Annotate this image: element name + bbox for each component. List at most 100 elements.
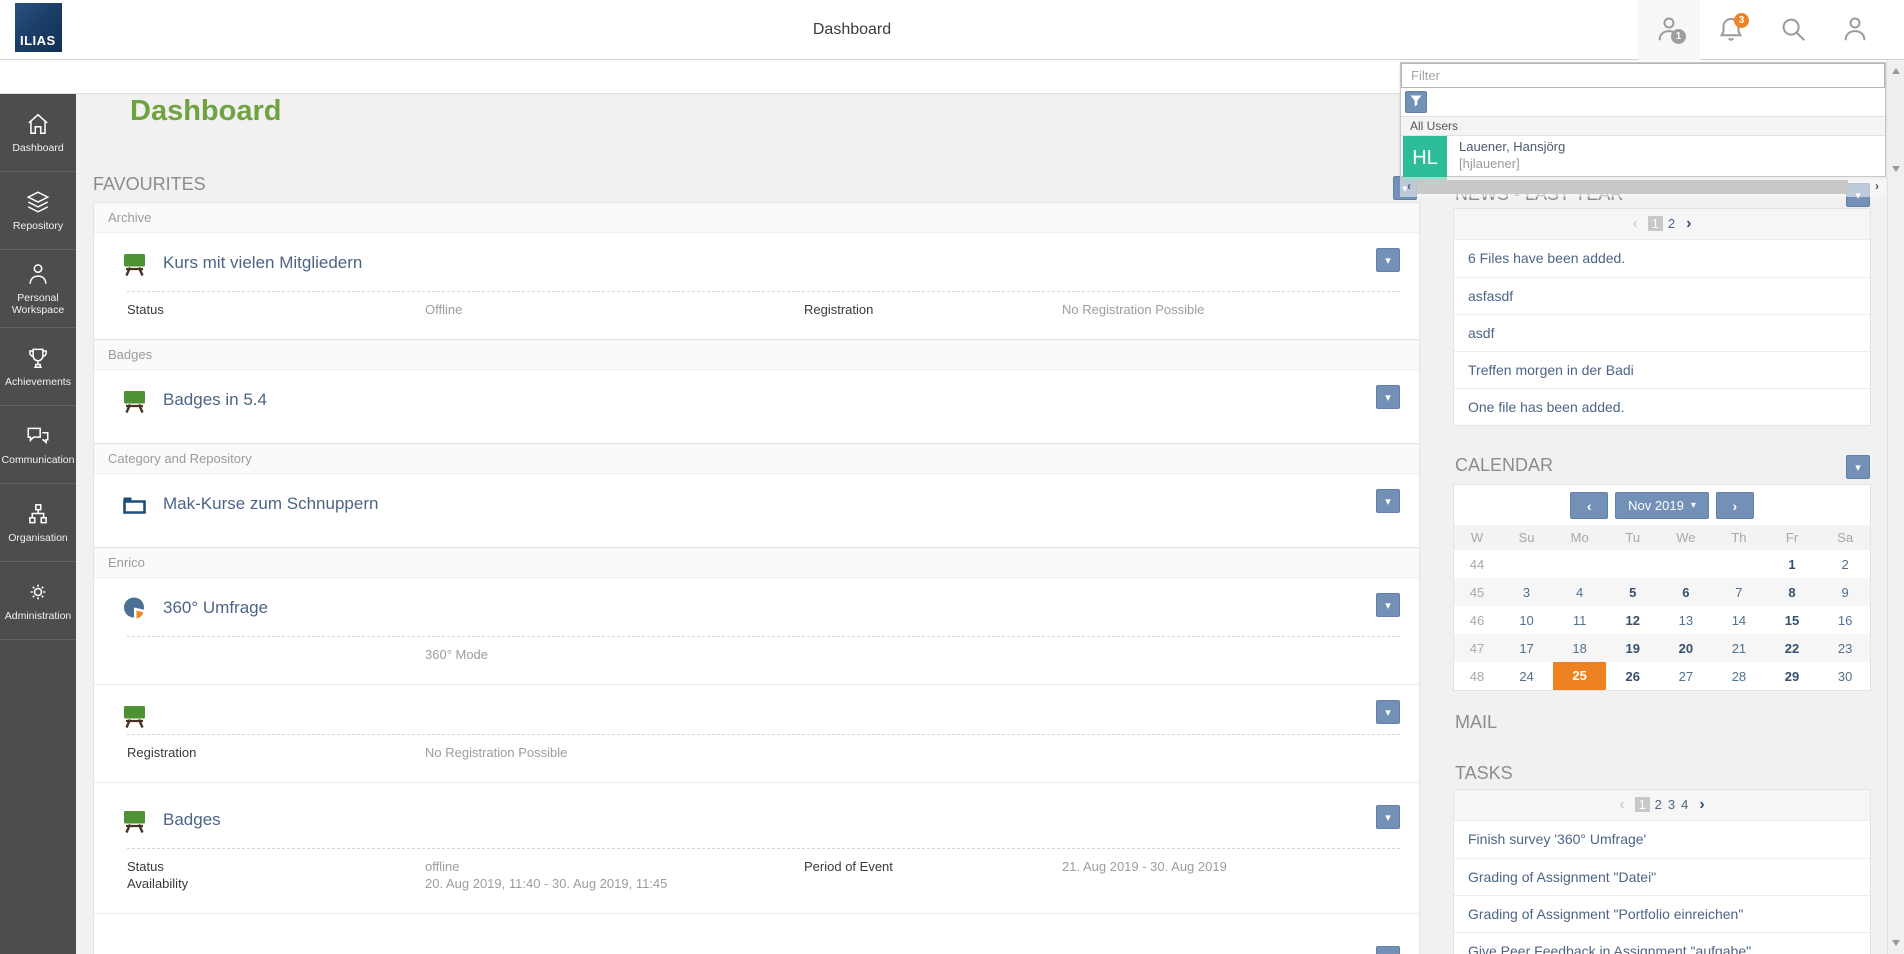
pagination-page[interactable]: 2 [1668, 216, 1675, 231]
pagination-page[interactable]: 2 [1655, 797, 1662, 812]
calendar-collapse-button[interactable]: ▾ [1846, 455, 1870, 479]
calendar-day[interactable]: 10 [1500, 613, 1553, 628]
favourite-item-link[interactable]: Kurs mit vielen Mitgliedern [163, 253, 362, 273]
scroll-up-icon[interactable] [1892, 68, 1900, 74]
calendar-day[interactable]: 3 [1500, 585, 1553, 600]
news-item-link[interactable]: asfasdf [1454, 277, 1870, 314]
calendar-day[interactable]: 27 [1659, 669, 1712, 684]
calendar-day[interactable]: 23 [1819, 641, 1872, 656]
detail-label: Registration [804, 302, 1062, 317]
news-item-link[interactable]: 6 Files have been added. [1454, 240, 1870, 277]
calendar-day[interactable]: 30 [1819, 669, 1872, 684]
calendar-day[interactable]: 21 [1712, 641, 1765, 656]
calendar-month-dropdown[interactable]: Nov 2019▾ [1615, 492, 1709, 519]
user-avatar-icon [1840, 14, 1870, 47]
apply-filter-button[interactable] [1405, 91, 1427, 113]
task-item-link[interactable]: Finish survey '360° Umfrage' [1454, 821, 1870, 858]
detail-label: Registration [127, 745, 425, 760]
calendar-week-row: 4717181920212223 [1454, 634, 1870, 662]
scroll-left-icon[interactable]: ‹ [1402, 177, 1416, 197]
pagination-page[interactable]: 4 [1681, 797, 1688, 812]
task-item-link[interactable]: Grading of Assignment "Datei" [1454, 858, 1870, 895]
sidebar-item-label: Dashboard [12, 142, 63, 154]
user-name: Lauener, Hansjörg [1459, 139, 1565, 154]
sidebar-item-personal-workspace[interactable]: Personal Workspace [0, 250, 76, 328]
news-item-link[interactable]: asdf [1454, 314, 1870, 351]
pagination-page-current[interactable]: 1 [1648, 216, 1663, 231]
item-actions-dropdown-button[interactable]: ▾ [1376, 489, 1400, 513]
item-actions-dropdown-button[interactable]: ▾ [1376, 700, 1400, 724]
scroll-down-icon[interactable] [1892, 166, 1900, 172]
calendar-day-selected[interactable]: 25 [1553, 662, 1606, 690]
calendar-day[interactable]: 8 [1765, 585, 1818, 600]
item-actions-dropdown-button[interactable]: ▾ [1376, 593, 1400, 617]
calendar-day[interactable]: 18 [1553, 641, 1606, 656]
filter-input[interactable] [1401, 63, 1885, 88]
favourite-item-link[interactable]: Badges in 5.4 [163, 390, 267, 410]
detail-label [127, 647, 425, 662]
sidebar-item-dashboard[interactable]: Dashboard [0, 94, 76, 172]
detail-label: Period of Event [804, 859, 1062, 874]
calendar-week-row: 453456789 [1454, 578, 1870, 606]
news-item-link[interactable]: Treffen morgen in der Badi [1454, 351, 1870, 388]
person-icon [25, 261, 51, 287]
calendar-day[interactable]: 17 [1500, 641, 1553, 656]
pagination-next-icon[interactable]: › [1699, 796, 1704, 813]
scrollbar-thumb[interactable] [1417, 180, 1848, 194]
pagination-page-current[interactable]: 1 [1635, 797, 1650, 812]
item-actions-dropdown-button[interactable]: ▾ [1376, 248, 1400, 272]
news-item-link[interactable]: One file has been added. [1454, 388, 1870, 425]
sidebar-item-organisation[interactable]: Organisation [0, 484, 76, 562]
task-item-link[interactable]: Give Peer Feedback in Assignment "aufgab… [1454, 932, 1870, 954]
task-item-link[interactable]: Grading of Assignment "Portfolio einreic… [1454, 895, 1870, 932]
calendar-day[interactable]: 15 [1765, 613, 1818, 628]
sidebar-item-communication[interactable]: Communication [0, 406, 76, 484]
online-user-entry[interactable]: HL Lauener, Hansjörg [hjlauener] [1401, 136, 1885, 180]
favourite-item-link[interactable]: Mak-Kurse zum Schnuppern [163, 494, 378, 514]
favourite-item-link[interactable]: Badges [163, 810, 221, 830]
calendar-day[interactable]: 20 [1659, 641, 1712, 656]
calendar-day[interactable]: 22 [1765, 641, 1818, 656]
sidebar-item-administration[interactable]: Administration [0, 562, 76, 640]
pagination-next-icon[interactable]: › [1686, 215, 1691, 232]
item-actions-dropdown-button[interactable]: ▾ [1376, 805, 1400, 829]
dropdown-horizontal-scrollbar[interactable]: ‹ › [1400, 177, 1886, 197]
dropdown-vertical-scrollbar[interactable] [1886, 62, 1904, 177]
calendar-day[interactable]: 14 [1712, 613, 1765, 628]
item-actions-dropdown-button[interactable]: ▾ [1376, 385, 1400, 409]
calendar-day[interactable]: 24 [1500, 669, 1553, 684]
calendar-day[interactable]: 16 [1819, 613, 1872, 628]
calendar-day[interactable]: 4 [1553, 585, 1606, 600]
calendar-day[interactable]: 26 [1606, 669, 1659, 684]
calendar-day[interactable]: 28 [1712, 669, 1765, 684]
page-vertical-scrollbar[interactable] [1887, 60, 1904, 954]
calendar-day[interactable]: 12 [1606, 613, 1659, 628]
calendar-day[interactable]: 13 [1659, 613, 1712, 628]
calendar-day[interactable]: 11 [1553, 613, 1606, 628]
detail-label: Status [127, 302, 425, 317]
scroll-down-icon[interactable] [1892, 940, 1900, 946]
calendar-day[interactable]: 9 [1819, 585, 1872, 600]
calendar-day[interactable]: 7 [1712, 585, 1765, 600]
user-menu-button[interactable] [1824, 0, 1886, 60]
item-actions-dropdown-button[interactable]: ▾ [1376, 946, 1400, 954]
calendar-prev-button[interactable]: ‹ [1570, 492, 1608, 519]
calendar-day[interactable]: 5 [1606, 585, 1659, 600]
calendar-next-button[interactable]: › [1716, 492, 1754, 519]
online-users-button[interactable]: 1 [1638, 0, 1700, 60]
pagination-page[interactable]: 3 [1668, 797, 1675, 812]
sidebar-item-repository[interactable]: Repository [0, 172, 76, 250]
calendar-day[interactable]: 1 [1765, 557, 1818, 572]
sidebar-item-achievements[interactable]: Achievements [0, 328, 76, 406]
calendar-day[interactable]: 29 [1765, 669, 1818, 684]
calendar-day[interactable]: 19 [1606, 641, 1659, 656]
notifications-button[interactable]: 3 [1700, 0, 1762, 60]
favourite-item-link[interactable]: 360° Umfrage [163, 598, 268, 618]
calendar-day[interactable]: 2 [1819, 557, 1872, 572]
detail-value: offline [425, 859, 804, 874]
user-avatar: HL [1403, 136, 1447, 180]
gear-icon [25, 579, 51, 605]
calendar-day[interactable]: 6 [1659, 585, 1712, 600]
scroll-right-icon[interactable]: › [1870, 177, 1884, 197]
search-button[interactable] [1762, 0, 1824, 60]
